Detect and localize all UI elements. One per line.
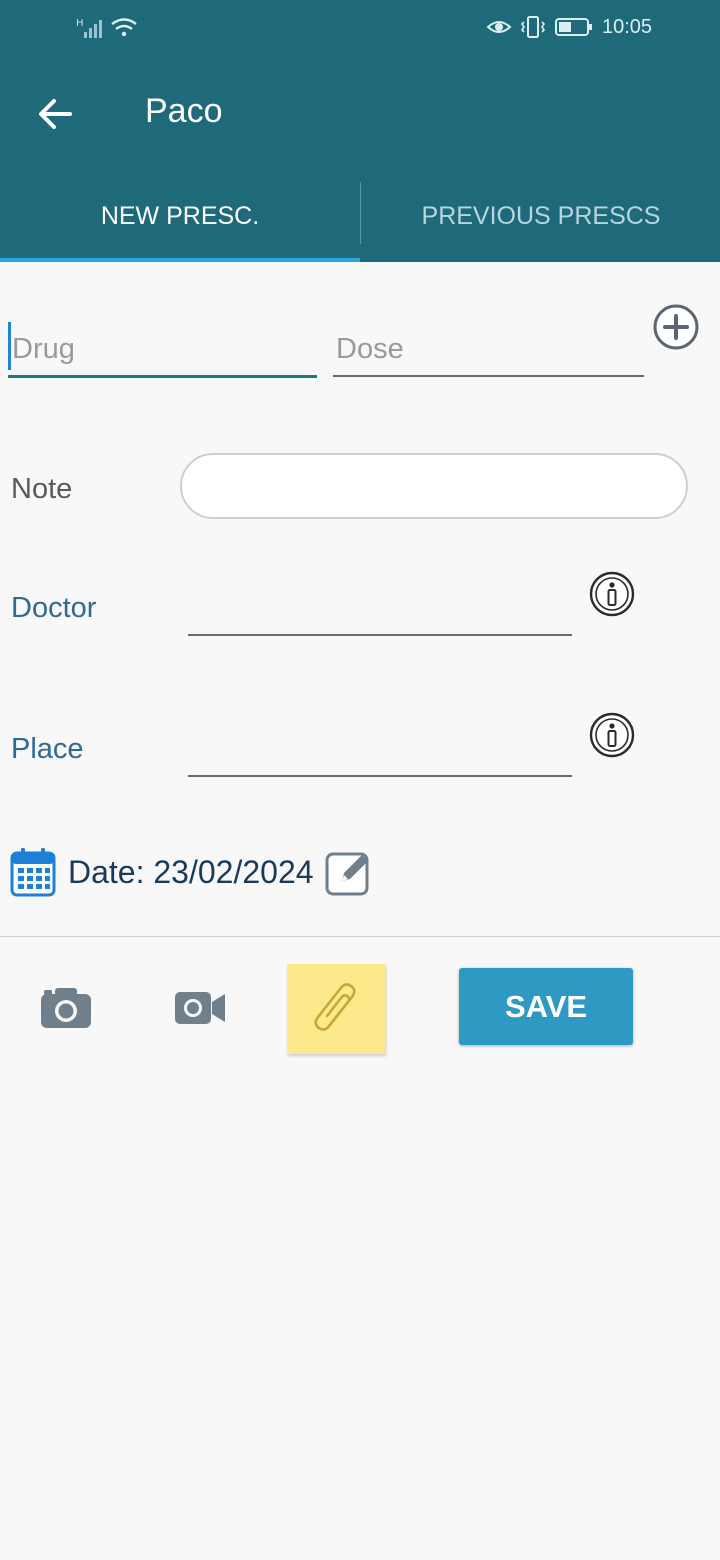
info-circle-icon xyxy=(589,712,635,758)
camera-button[interactable] xyxy=(40,986,92,1030)
place-underline xyxy=(188,775,572,777)
date-text: Date: 23/02/2024 xyxy=(68,853,314,890)
add-drug-button[interactable] xyxy=(651,302,701,352)
app-bar: Paco xyxy=(0,56,720,170)
wifi-icon xyxy=(111,18,137,37)
note-label: Note xyxy=(11,473,73,505)
status-time: 10:05 xyxy=(602,15,653,38)
signal-group: H xyxy=(72,14,142,48)
attach-button[interactable] xyxy=(287,964,385,1054)
place-info-button[interactable] xyxy=(588,711,636,759)
drug-underline xyxy=(8,375,317,378)
doctor-input[interactable] xyxy=(190,586,572,632)
tab-previous-prescs[interactable]: PREVIOUS PRESCS xyxy=(361,170,720,262)
arrow-left-icon xyxy=(39,99,72,129)
place-input[interactable] xyxy=(190,727,572,773)
video-camera-icon xyxy=(175,992,225,1024)
network-type-label: H xyxy=(76,18,84,29)
edit-date-button[interactable] xyxy=(324,847,374,897)
save-button[interactable]: SAVE xyxy=(459,968,633,1045)
note-input[interactable] xyxy=(180,453,688,519)
place-label: Place xyxy=(11,733,84,765)
signal-icon xyxy=(84,20,102,38)
paperclip-icon xyxy=(314,983,356,1031)
doctor-underline xyxy=(188,634,572,636)
page-title: Paco xyxy=(145,92,223,130)
eye-icon xyxy=(486,21,512,33)
video-button[interactable] xyxy=(174,986,226,1030)
battery-icon xyxy=(555,18,592,36)
status-right-icons: 10:05 xyxy=(486,14,652,40)
section-divider xyxy=(0,936,720,937)
calendar-icon xyxy=(10,848,56,897)
tab-new-presc[interactable]: NEW PRESC. xyxy=(0,170,360,262)
back-button[interactable] xyxy=(30,88,82,140)
info-circle-icon xyxy=(589,571,635,617)
dose-underline xyxy=(333,375,644,377)
doctor-info-button[interactable] xyxy=(588,570,636,618)
edit-icon xyxy=(325,852,369,896)
doctor-label: Doctor xyxy=(11,592,97,624)
camera-icon xyxy=(41,988,91,1028)
tab-bar: NEW PRESC. PREVIOUS PRESCS xyxy=(0,170,720,262)
plus-circle-icon xyxy=(653,304,699,350)
status-bar: H 10:05 xyxy=(0,0,720,56)
drug-input[interactable] xyxy=(10,326,314,372)
date-row: Date: 23/02/2024 xyxy=(10,842,374,902)
dose-input[interactable] xyxy=(334,326,638,372)
tab-indicator xyxy=(0,258,360,262)
vibrate-icon xyxy=(520,16,546,38)
